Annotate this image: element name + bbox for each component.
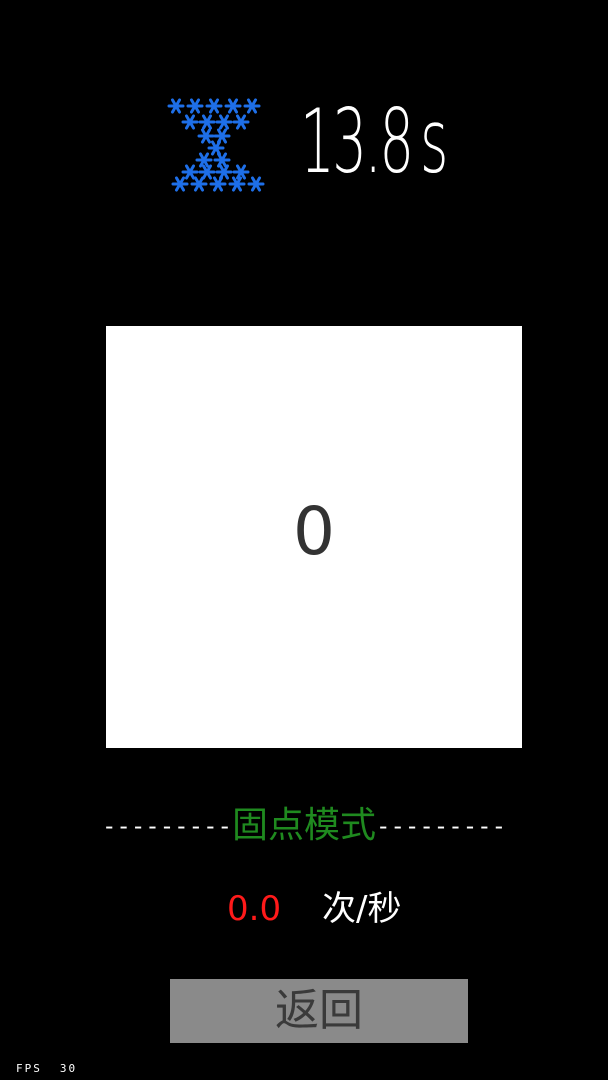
back-button[interactable]: 返回: [170, 979, 468, 1043]
tap-area[interactable]: 0: [106, 326, 522, 748]
asterisk-glyph: [209, 176, 227, 192]
rate-row: 0.0 次/秒: [0, 884, 608, 934]
asterisk-glyph: [228, 176, 246, 192]
asterisk-glyph: [247, 176, 265, 192]
fps-counter: FPS 30: [16, 1062, 77, 1075]
asterisk-glyph: [215, 164, 233, 180]
mode-divider-left: ---------: [101, 812, 232, 840]
asterisk-glyph: [195, 152, 213, 168]
asterisk-glyph: [181, 114, 199, 130]
asterisk-glyph: [213, 152, 231, 168]
asterisk-glyph: [232, 164, 250, 180]
timer-value: 13.8: [300, 90, 414, 193]
asterisk-glyph: [197, 128, 215, 144]
asterisk-glyph: [205, 98, 223, 114]
tap-count: 0: [293, 493, 335, 570]
asterisk-glyph: [167, 98, 185, 114]
asterisk-glyph: [190, 176, 208, 192]
rate-unit: 次/秒: [322, 889, 402, 929]
fps-value: 30: [59, 1062, 78, 1075]
asterisk-glyph: [207, 140, 225, 156]
asterisk-glyph: [198, 164, 216, 180]
asterisk-glyph: [215, 114, 233, 130]
timer-unit: s: [419, 90, 448, 193]
mode-divider-right: ---------: [376, 812, 507, 840]
asterisk-glyph: [243, 98, 261, 114]
mode-banner: ---------固点模式---------: [0, 800, 608, 850]
asterisk-glyph: [171, 176, 189, 192]
asterisk-glyph: [198, 114, 216, 130]
asterisk-glyph: [213, 128, 231, 144]
fps-label: FPS: [16, 1062, 42, 1075]
mode-label: 固点模式: [231, 805, 376, 846]
timer-display: 13.8 s: [300, 90, 448, 193]
asterisk-glyph: [186, 98, 204, 114]
rate-value: 0.0: [227, 889, 282, 929]
asterisk-glyph: [224, 98, 242, 114]
asterisk-glyph: [232, 114, 250, 130]
hourglass-icon: [160, 96, 276, 196]
asterisk-glyph: [181, 164, 199, 180]
